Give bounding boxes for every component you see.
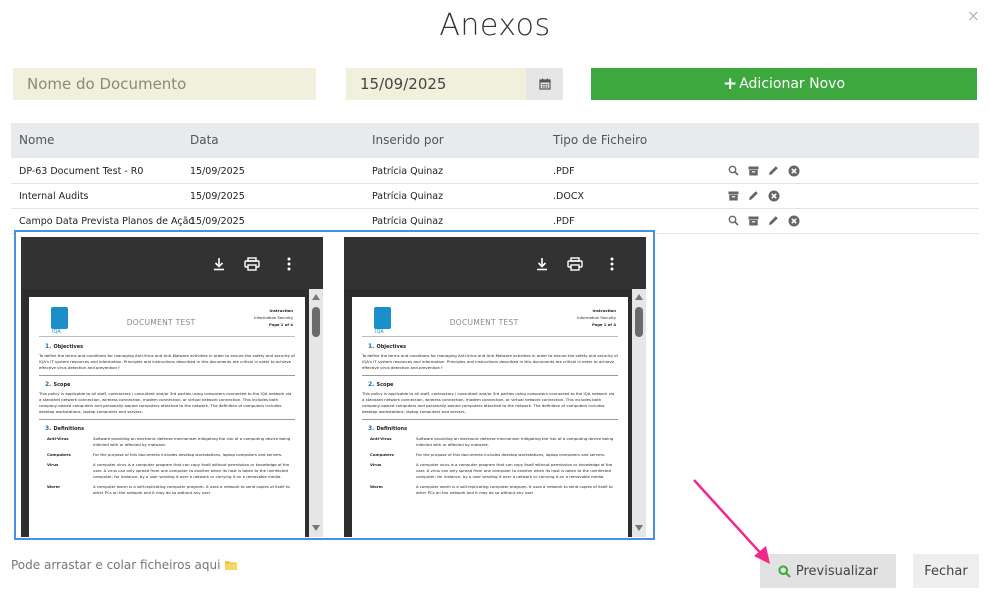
doc-title: DOCUMENT TEST bbox=[449, 318, 519, 327]
section-title: Definitions bbox=[376, 426, 408, 432]
calendar-button[interactable] bbox=[526, 68, 563, 100]
pdf-page: IQA DOCUMENT TEST Instruction Information… bbox=[352, 297, 628, 537]
archive-icon[interactable] bbox=[727, 189, 740, 202]
section-title: Scope bbox=[53, 382, 71, 388]
pdf-page: IQA DOCUMENT TEST Instruction Information… bbox=[29, 297, 305, 537]
section-text: To define the terms and conditions for m… bbox=[39, 353, 295, 370]
document-name-input[interactable] bbox=[13, 68, 316, 100]
header-file-type[interactable]: Tipo de Ficheiro bbox=[553, 133, 647, 147]
header-inserted-by[interactable]: Inserido por bbox=[372, 133, 444, 147]
section-title: Scope bbox=[376, 382, 394, 388]
header-date[interactable]: Data bbox=[190, 133, 219, 147]
meta-area: Information Security bbox=[254, 315, 293, 320]
cell-type: .PDF bbox=[553, 216, 575, 227]
iqa-logo: IQA bbox=[51, 307, 68, 335]
print-icon[interactable] bbox=[566, 255, 584, 273]
section-text: To define the terms and conditions for m… bbox=[362, 353, 618, 370]
add-new-label: Adicionar Novo bbox=[739, 76, 846, 92]
search-icon bbox=[778, 564, 791, 578]
pdf-scrollbar[interactable] bbox=[632, 289, 646, 537]
table-row[interactable]: Internal Audits 15/09/2025 Patrícia Quin… bbox=[11, 184, 979, 209]
table-row[interactable]: DP-63 Document Test - R0 15/09/2025 Patr… bbox=[11, 159, 979, 184]
meta-type: Instruction bbox=[592, 308, 616, 313]
edit-icon[interactable] bbox=[747, 189, 760, 202]
remove-icon[interactable] bbox=[787, 214, 800, 227]
download-icon[interactable] bbox=[533, 255, 551, 273]
meta-type: Instruction bbox=[269, 308, 293, 313]
cell-type: .DOCX bbox=[553, 191, 584, 202]
cell-date: 15/09/2025 bbox=[190, 191, 245, 202]
plus-icon: + bbox=[722, 74, 738, 94]
section-text: This policy is applicable to all staff, … bbox=[362, 391, 615, 414]
meta-page: Page 1 of 4 bbox=[591, 322, 616, 327]
cell-inserted-by: Patrícia Quinaz bbox=[372, 216, 444, 227]
search-icon[interactable] bbox=[727, 164, 740, 177]
meta-page: Page 1 of 4 bbox=[268, 322, 293, 327]
preview-label: Previsualizar bbox=[795, 563, 879, 579]
cell-name: Internal Audits bbox=[19, 191, 89, 202]
cell-inserted-by: Patrícia Quinaz bbox=[372, 166, 444, 177]
close-button[interactable]: Fechar bbox=[913, 554, 979, 588]
table-header: Nome Data Inserido por Tipo de Ficheiro bbox=[11, 123, 979, 158]
edit-icon[interactable] bbox=[767, 164, 780, 177]
pdf-toolbar bbox=[344, 237, 646, 289]
download-icon[interactable] bbox=[210, 255, 228, 273]
folder-icon bbox=[225, 561, 238, 570]
dialog-title: Anexos bbox=[439, 8, 551, 43]
pdf-scrollbar[interactable] bbox=[309, 289, 323, 537]
more-options-icon[interactable] bbox=[603, 255, 621, 273]
archive-icon[interactable] bbox=[747, 214, 760, 227]
cell-name: DP-63 Document Test - R0 bbox=[19, 166, 144, 177]
cell-type: .PDF bbox=[553, 166, 575, 177]
pdf-viewer[interactable]: IQA DOCUMENT TEST Instruction Information… bbox=[21, 237, 323, 537]
date-input[interactable] bbox=[346, 68, 526, 100]
cell-date: 15/09/2025 bbox=[190, 166, 245, 177]
cell-inserted-by: Patrícia Quinaz bbox=[372, 191, 444, 202]
edit-icon[interactable] bbox=[767, 214, 780, 227]
cell-name: Campo Data Prevista Planos de Ação bbox=[19, 216, 195, 227]
close-icon[interactable]: × bbox=[967, 6, 980, 25]
archive-icon[interactable] bbox=[747, 164, 760, 177]
section-title: Objectives bbox=[53, 344, 84, 350]
meta-area: Information Security bbox=[577, 315, 616, 320]
section-text: This policy is applicable to all staff, … bbox=[39, 391, 292, 414]
drop-hint: Pode arrastar e colar ficheiros aqui bbox=[11, 558, 238, 572]
preview-button[interactable]: Previsualizar bbox=[760, 554, 896, 588]
search-icon[interactable] bbox=[727, 214, 740, 227]
pdf-viewer[interactable]: IQA DOCUMENT TEST Instruction Information… bbox=[344, 237, 646, 537]
section-title: Objectives bbox=[376, 344, 407, 350]
doc-title: DOCUMENT TEST bbox=[126, 318, 196, 327]
drop-hint-text: Pode arrastar e colar ficheiros aqui bbox=[11, 558, 221, 572]
preview-panel: IQA DOCUMENT TEST Instruction Information… bbox=[14, 230, 655, 540]
add-new-button[interactable]: + Adicionar Novo bbox=[591, 68, 977, 100]
calendar-icon bbox=[538, 78, 551, 90]
cell-date: 15/09/2025 bbox=[190, 216, 245, 227]
remove-icon[interactable] bbox=[787, 164, 800, 177]
annotation-arrow bbox=[693, 479, 770, 564]
remove-icon[interactable] bbox=[767, 189, 780, 202]
pdf-toolbar bbox=[21, 237, 323, 289]
section-title: Definitions bbox=[53, 426, 85, 432]
more-options-icon[interactable] bbox=[280, 255, 298, 273]
iqa-logo: IQA bbox=[374, 307, 391, 335]
header-name[interactable]: Nome bbox=[19, 133, 54, 147]
print-icon[interactable] bbox=[243, 255, 261, 273]
